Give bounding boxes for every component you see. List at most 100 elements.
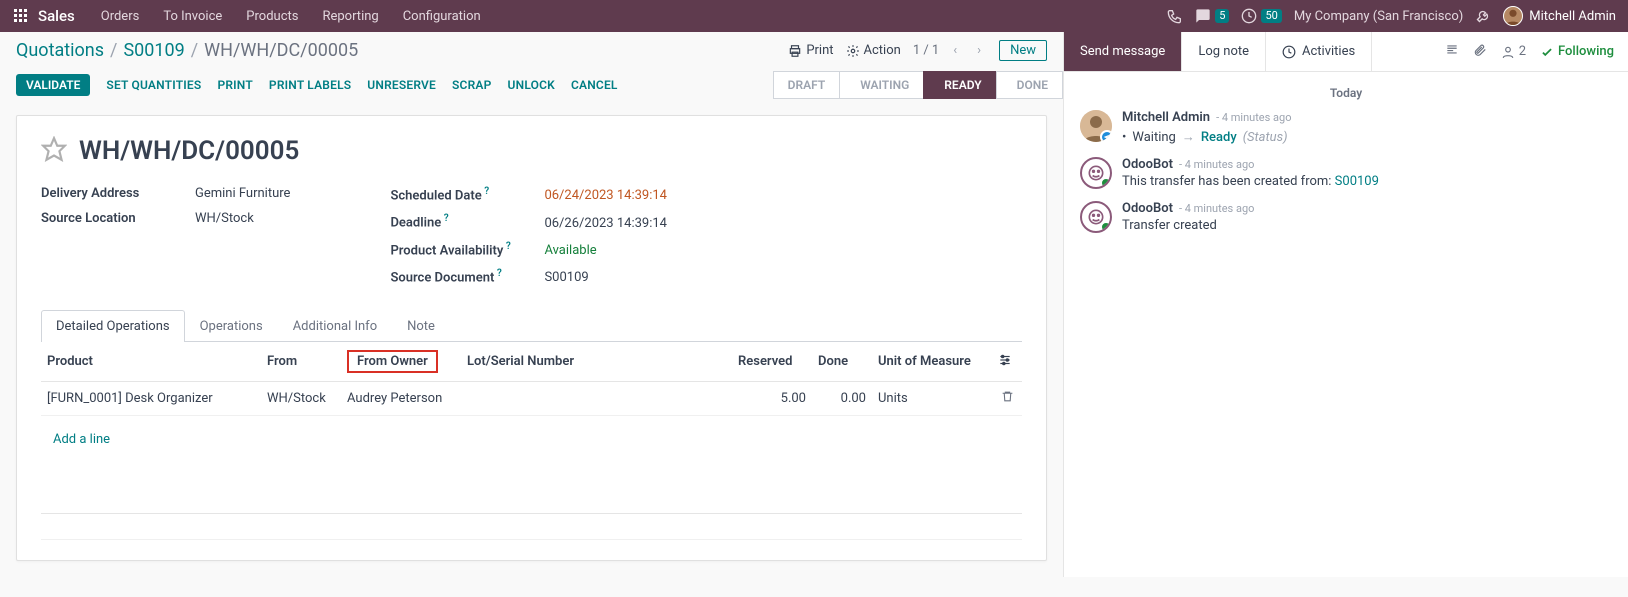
chatter-message: Mitchell Admin - 4 minutes ago • Waiting… [1080, 110, 1612, 145]
phone-icon[interactable] [1167, 8, 1183, 24]
print-button[interactable]: Print [788, 43, 833, 58]
delivery-address-label: Delivery Address [41, 186, 171, 201]
help-icon[interactable]: ? [503, 241, 510, 252]
favorite-star-icon[interactable] [41, 136, 67, 166]
company-switcher[interactable]: My Company (San Francisco) [1294, 9, 1463, 24]
scheduled-date-value[interactable]: 06/24/2023 14:39:14 [544, 188, 667, 203]
deadline-value[interactable]: 06/26/2023 14:39:14 [544, 216, 667, 231]
cell-from[interactable]: WH/Stock [261, 382, 341, 416]
nav-orders[interactable]: Orders [91, 9, 150, 24]
app-title[interactable]: Sales [38, 7, 75, 25]
status-to: Ready [1201, 130, 1237, 145]
cell-done[interactable]: 0.00 [812, 382, 872, 416]
row-delete[interactable] [992, 382, 1022, 416]
source-document-value[interactable]: S00109 [544, 270, 588, 285]
followers-button[interactable]: 2 [1501, 44, 1526, 59]
table-row[interactable]: [FURN_0001] Desk Organizer WH/Stock Audr… [41, 382, 1022, 416]
tab-additional-info[interactable]: Additional Info [278, 310, 392, 342]
bookmark-icon[interactable] [1445, 43, 1459, 61]
online-badge-icon [1100, 177, 1112, 189]
from-owner-highlight: From Owner [347, 350, 438, 373]
avatar-icon [1080, 110, 1112, 142]
online-badge-icon [1100, 221, 1112, 233]
nav-to-invoice[interactable]: To Invoice [153, 9, 232, 24]
breadcrumb-sep: / [110, 40, 117, 61]
attachment-icon[interactable] [1473, 43, 1487, 61]
send-message-button[interactable]: Send message [1064, 32, 1182, 71]
activities-icon[interactable]: 50 [1241, 8, 1281, 24]
print-action-button[interactable]: PRINT [217, 78, 252, 92]
log-note-button[interactable]: Log note [1182, 32, 1266, 71]
scrap-button[interactable]: SCRAP [452, 78, 492, 92]
help-icon[interactable]: ? [494, 268, 501, 279]
cell-product[interactable]: [FURN_0001] Desk Organizer [41, 382, 261, 416]
bot-avatar-icon [1080, 157, 1112, 189]
print-labels-button[interactable]: PRINT LABELS [269, 78, 351, 92]
messaging-icon[interactable]: 5 [1195, 8, 1229, 24]
source-document-label: Source Document ? [390, 268, 520, 285]
following-button[interactable]: Following [1540, 44, 1614, 59]
col-options[interactable] [992, 342, 1022, 382]
breadcrumb-current: WH/WH/DC/00005 [204, 40, 358, 61]
cancel-button[interactable]: CANCEL [571, 78, 618, 92]
tab-detailed-operations[interactable]: Detailed Operations [41, 310, 185, 342]
set-quantities-button[interactable]: SET QUANTITIES [106, 78, 201, 92]
unreserve-button[interactable]: UNRESERVE [367, 78, 436, 92]
breadcrumb-root[interactable]: Quotations [16, 40, 104, 61]
user-icon [1501, 45, 1515, 59]
col-from-owner: From Owner [341, 342, 461, 382]
cell-uom[interactable]: Units [872, 382, 992, 416]
new-button[interactable]: New [999, 40, 1047, 61]
message-author: Mitchell Admin [1122, 110, 1210, 125]
topbar-left: Sales Orders To Invoice Products Reporti… [12, 7, 491, 25]
cell-lot[interactable] [461, 382, 732, 416]
following-label: Following [1558, 44, 1614, 59]
pager-prev[interactable]: ‹ [947, 41, 963, 60]
breadcrumb: Quotations / S00109 / WH/WH/DC/00005 [16, 40, 358, 61]
pager: 1 / 1 ‹ › [913, 41, 987, 60]
status-done[interactable]: DONE [996, 71, 1063, 99]
tab-note[interactable]: Note [392, 310, 450, 342]
cell-reserved[interactable]: 5.00 [732, 382, 812, 416]
status-draft[interactable]: DRAFT [773, 71, 840, 99]
tab-operations[interactable]: Operations [185, 310, 278, 342]
breadcrumb-parent[interactable]: S00109 [123, 40, 184, 61]
message-author: OdooBot [1122, 157, 1173, 172]
col-lot: Lot/Serial Number [461, 342, 732, 382]
nav-configuration[interactable]: Configuration [393, 9, 491, 24]
source-order-link[interactable]: S00109 [1335, 174, 1379, 189]
message-body: Transfer created [1122, 218, 1217, 233]
col-product: Product [41, 342, 261, 382]
add-line-button[interactable]: Add a line [47, 424, 116, 455]
nav-reporting[interactable]: Reporting [312, 9, 388, 24]
validate-button[interactable]: VALIDATE [16, 74, 90, 96]
scheduled-date-label: Scheduled Date ? [390, 186, 520, 203]
status-waiting[interactable]: WAITING [839, 71, 923, 99]
gear-icon [846, 44, 860, 58]
user-menu[interactable]: Mitchell Admin [1503, 6, 1616, 26]
status-ready[interactable]: READY [923, 71, 995, 99]
activities-label: Activities [1302, 44, 1355, 59]
source-location-label: Source Location [41, 211, 171, 226]
status-from: Waiting [1132, 130, 1175, 145]
debug-icon[interactable] [1475, 8, 1491, 24]
delivery-address-value[interactable]: Gemini Furniture [195, 186, 290, 201]
chatter-message: OdooBot - 4 minutes ago Transfer created [1080, 201, 1612, 233]
col-done: Done [812, 342, 872, 382]
action-button[interactable]: Action [846, 43, 901, 58]
activities-button[interactable]: Activities [1266, 32, 1372, 71]
pager-next[interactable]: › [971, 41, 987, 60]
messaging-badge: 5 [1215, 9, 1229, 23]
nav-products[interactable]: Products [236, 9, 308, 24]
operations-table: Product From From Owner Lot/Serial Numbe… [41, 342, 1022, 540]
help-icon[interactable]: ? [482, 186, 489, 197]
source-location-value[interactable]: WH/Stock [195, 211, 254, 226]
sliders-icon [998, 353, 1012, 367]
cell-from-owner[interactable]: Audrey Peterson [341, 382, 461, 416]
unlock-button[interactable]: UNLOCK [508, 78, 555, 92]
clock-icon [1282, 45, 1296, 59]
plane-badge-icon [1100, 130, 1112, 142]
help-icon[interactable]: ? [441, 213, 448, 224]
apps-icon[interactable] [12, 7, 30, 25]
notebook-tabs: Detailed Operations Operations Additiona… [41, 309, 1022, 342]
